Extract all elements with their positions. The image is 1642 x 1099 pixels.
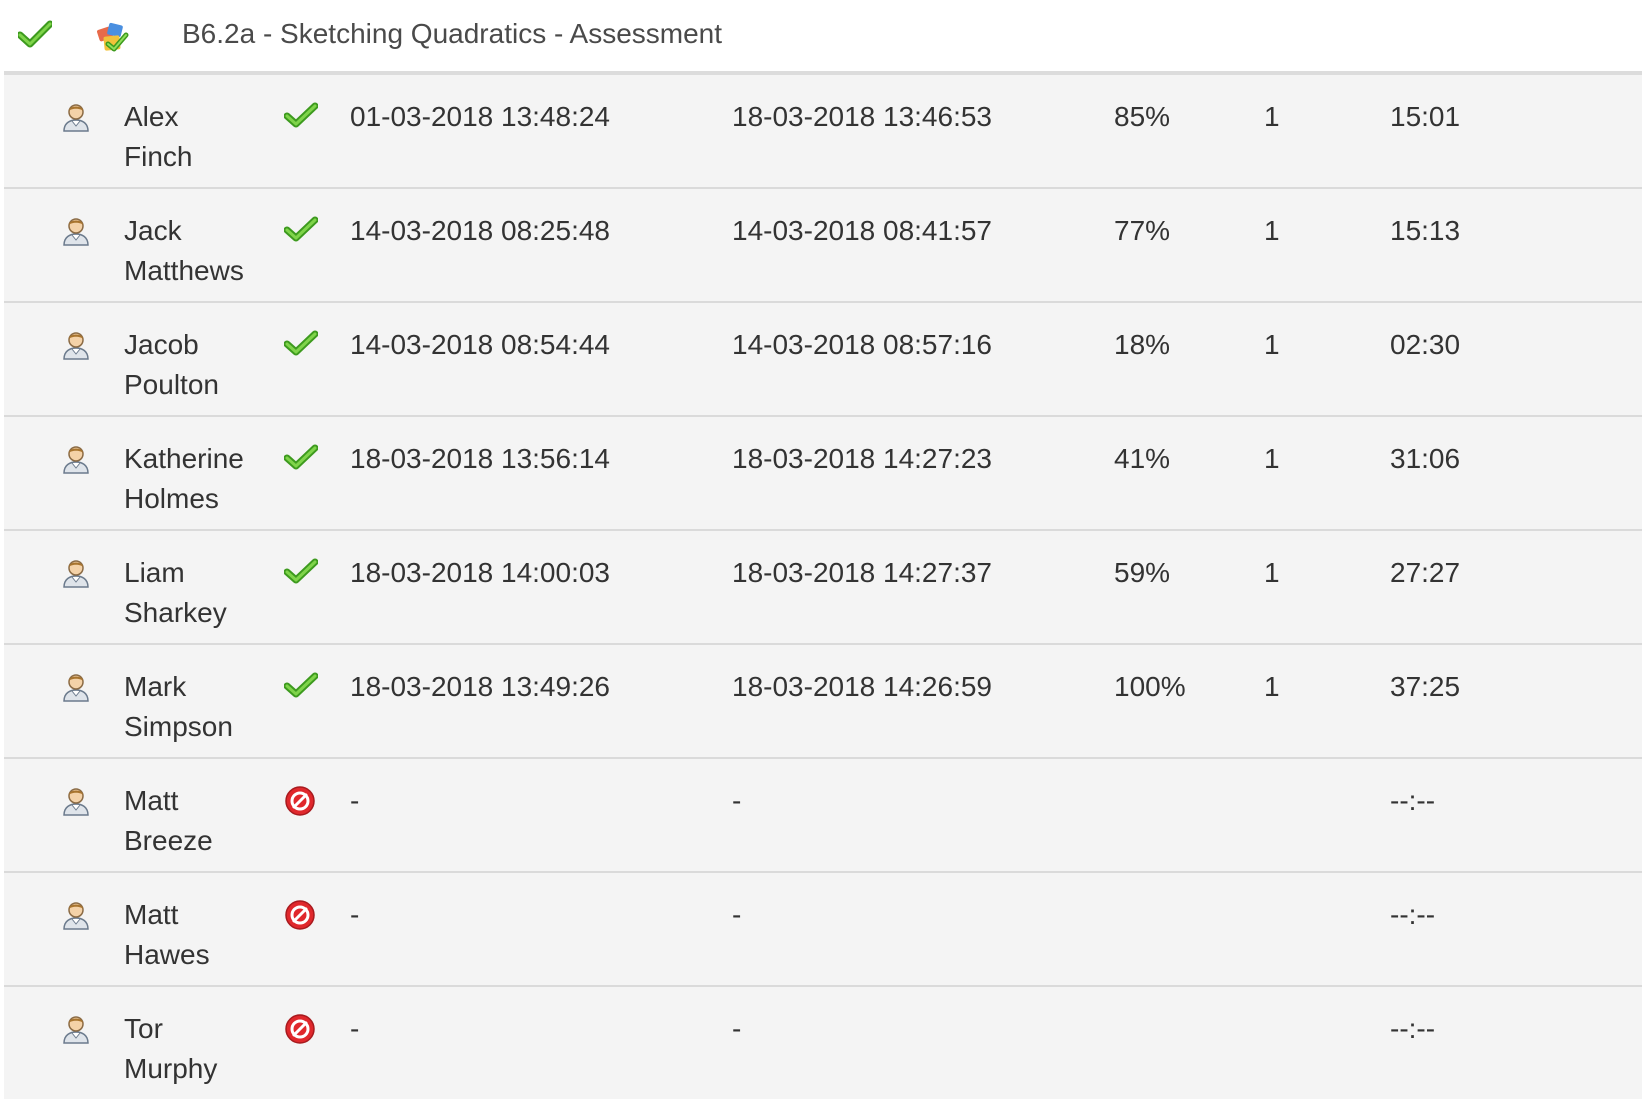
attempts: 1 — [1264, 215, 1280, 246]
started-date: - — [350, 899, 360, 930]
not-started-icon — [284, 899, 316, 936]
duration: 02:30 — [1390, 329, 1461, 360]
table-row[interactable]: Jack Matthews 14-03-2018 08:25:48 14-03-201… — [4, 189, 1642, 303]
student-name[interactable]: Matt Hawes — [124, 895, 210, 975]
finished-date: - — [732, 1013, 742, 1044]
student-first-name: Tor — [124, 1013, 163, 1044]
finished-date: 18-03-2018 14:26:59 — [732, 671, 992, 702]
started-date: 01-03-2018 13:48:24 — [350, 101, 610, 132]
duration: 15:01 — [1390, 101, 1461, 132]
table-row[interactable]: Jacob Poulton 14-03-2018 08:54:44 14-03-201… — [4, 303, 1642, 417]
user-icon — [60, 671, 92, 708]
student-name[interactable]: Mark Simpson — [124, 667, 233, 747]
student-name[interactable]: Jack Matthews — [124, 211, 244, 291]
complete-check-icon — [283, 101, 319, 134]
finished-date: 14-03-2018 08:41:57 — [732, 215, 992, 246]
student-last-name: Finch — [124, 141, 193, 172]
finished-date: - — [732, 785, 742, 816]
student-first-name: Matt — [124, 785, 179, 816]
user-icon — [60, 443, 92, 480]
student-last-name: Matthews — [124, 255, 244, 286]
page-title: B6.2a - Sketching Quadratics - Assessmen… — [182, 18, 723, 49]
started-date: 18-03-2018 14:00:03 — [350, 557, 610, 588]
score: 85% — [1114, 101, 1171, 132]
table-row[interactable]: Matt Breeze - - --:-- — [4, 759, 1642, 873]
results-table: Alex Finch 01-03-2018 13:48:24 18-03-2018 1… — [4, 75, 1642, 1099]
table-row[interactable]: Tor Murphy - - --:-- — [4, 987, 1642, 1099]
duration: --:-- — [1390, 785, 1436, 816]
table-row[interactable]: Alex Finch 01-03-2018 13:48:24 18-03-2018 1… — [4, 75, 1642, 189]
started-date: - — [350, 785, 360, 816]
finished-date: 14-03-2018 08:57:16 — [732, 329, 992, 360]
started-date: - — [350, 1013, 360, 1044]
student-first-name: Mark — [124, 671, 187, 702]
attempts: 1 — [1264, 557, 1280, 588]
page-header: B6.2a - Sketching Quadratics - Assessmen… — [0, 0, 1642, 72]
duration: --:-- — [1390, 1013, 1436, 1044]
started-date: 18-03-2018 13:49:26 — [350, 671, 610, 702]
user-icon — [60, 899, 92, 936]
finished-date: 18-03-2018 14:27:37 — [732, 557, 992, 588]
score: 77% — [1114, 215, 1171, 246]
student-name[interactable]: Liam Sharkey — [124, 553, 227, 633]
not-started-icon — [284, 1013, 316, 1050]
duration: 15:13 — [1390, 215, 1461, 246]
activity-icon — [96, 20, 130, 59]
started-date: 14-03-2018 08:54:44 — [350, 329, 610, 360]
student-last-name: Hawes — [124, 939, 210, 970]
score: 41% — [1114, 443, 1171, 474]
attempts: 1 — [1264, 671, 1280, 702]
duration: --:-- — [1390, 899, 1436, 930]
finished-date: - — [732, 899, 742, 930]
table-row[interactable]: Matt Hawes - - --:-- — [4, 873, 1642, 987]
user-icon — [60, 215, 92, 252]
started-date: 14-03-2018 08:25:48 — [350, 215, 610, 246]
user-icon — [60, 1013, 92, 1050]
complete-check-icon — [283, 215, 319, 248]
student-last-name: Breeze — [124, 825, 213, 856]
user-icon — [60, 101, 92, 138]
check-icon — [16, 20, 54, 53]
student-first-name: Matt — [124, 899, 179, 930]
student-last-name: Poulton — [124, 369, 219, 400]
attempts: 1 — [1264, 329, 1280, 360]
student-name[interactable]: Jacob Poulton — [124, 325, 219, 405]
student-first-name: Katherine — [124, 443, 244, 474]
not-started-icon — [284, 785, 316, 822]
user-icon — [60, 785, 92, 822]
complete-check-icon — [283, 671, 319, 704]
student-name[interactable]: Katherine Holmes — [124, 439, 244, 519]
attempts: 1 — [1264, 101, 1280, 132]
finished-date: 18-03-2018 13:46:53 — [732, 101, 992, 132]
student-name[interactable]: Tor Murphy — [124, 1009, 217, 1089]
duration: 27:27 — [1390, 557, 1461, 588]
complete-check-icon — [283, 329, 319, 362]
student-name[interactable]: Matt Breeze — [124, 781, 213, 861]
duration: 31:06 — [1390, 443, 1461, 474]
student-last-name: Sharkey — [124, 597, 227, 628]
student-first-name: Alex — [124, 101, 179, 132]
student-last-name: Holmes — [124, 483, 219, 514]
table-row[interactable]: Mark Simpson 18-03-2018 13:49:26 18-03-2018… — [4, 645, 1642, 759]
user-icon — [60, 557, 92, 594]
student-first-name: Jack — [124, 215, 182, 246]
student-last-name: Murphy — [124, 1053, 218, 1084]
table-row[interactable]: Katherine Holmes 18-03-2018 13:56:14 18-03-… — [4, 417, 1642, 531]
attempts: 1 — [1264, 443, 1280, 474]
duration: 37:25 — [1390, 671, 1461, 702]
student-first-name: Jacob — [124, 329, 199, 360]
complete-check-icon — [283, 557, 319, 590]
table-row[interactable]: Liam Sharkey 18-03-2018 14:00:03 18-03-2018… — [4, 531, 1642, 645]
user-icon — [60, 329, 92, 366]
student-last-name: Simpson — [124, 711, 233, 742]
complete-check-icon — [283, 443, 319, 476]
score: 59% — [1114, 557, 1171, 588]
started-date: 18-03-2018 13:56:14 — [350, 443, 610, 474]
student-name[interactable]: Alex Finch — [124, 97, 192, 177]
finished-date: 18-03-2018 14:27:23 — [732, 443, 992, 474]
score: 18% — [1114, 329, 1171, 360]
student-first-name: Liam — [124, 557, 185, 588]
score: 100% — [1114, 671, 1186, 702]
